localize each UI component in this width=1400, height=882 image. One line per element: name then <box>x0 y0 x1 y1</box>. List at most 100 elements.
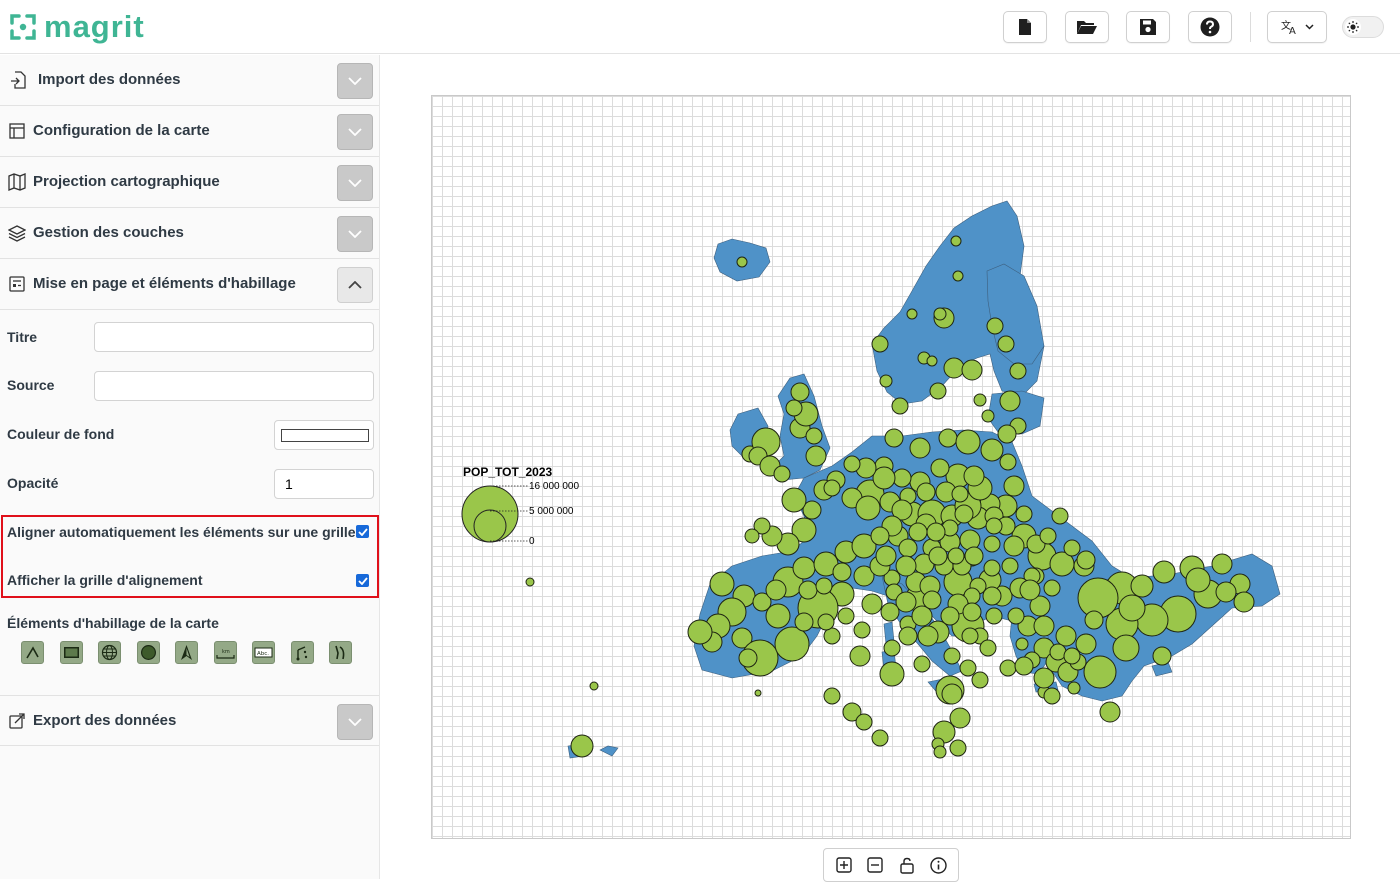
section-layers[interactable]: Gestion des couches <box>0 208 379 259</box>
population-symbol <box>1130 574 1154 598</box>
source-input[interactable] <box>94 371 374 401</box>
population-symbol <box>1083 655 1117 689</box>
expand-button[interactable] <box>337 704 373 740</box>
section-export[interactable]: Export des données <box>0 695 379 746</box>
opacity-input[interactable] <box>274 469 374 499</box>
open-project-button[interactable] <box>1065 11 1109 43</box>
north-arrow-icon[interactable] <box>175 641 198 664</box>
freehand-icon[interactable] <box>329 641 352 664</box>
svg-text:A: A <box>1289 26 1296 35</box>
population-symbol <box>1051 507 1069 525</box>
section-projection[interactable]: Projection cartographique <box>0 157 379 208</box>
section-label: Configuration de la carte <box>33 122 210 139</box>
population-symbol <box>997 424 1017 444</box>
population-symbol <box>909 437 931 459</box>
chevron-down-icon <box>348 179 362 187</box>
population-symbol <box>979 639 997 657</box>
file-import-icon <box>11 71 26 89</box>
population-symbol <box>870 526 890 546</box>
population-symbol <box>895 555 917 577</box>
section-import[interactable]: Import des données <box>0 55 379 106</box>
chevron-down-icon <box>348 230 362 238</box>
population-symbol <box>773 465 791 483</box>
lock-button[interactable] <box>895 853 919 877</box>
rectangle-icon[interactable] <box>59 641 83 664</box>
population-symbol <box>738 648 758 668</box>
app-name: magrit <box>44 9 145 44</box>
population-symbol <box>1049 643 1067 661</box>
population-symbol <box>781 487 807 513</box>
population-symbol <box>736 256 748 268</box>
opacity-label: Opacité <box>7 475 59 491</box>
population-symbol <box>952 270 964 282</box>
show-grid-checkbox[interactable] <box>356 574 369 587</box>
snap-grid-checkbox[interactable] <box>356 525 369 538</box>
svg-text:km: km <box>222 649 230 655</box>
population-symbol <box>1211 553 1233 575</box>
section-map-config[interactable]: Configuration de la carte <box>0 106 379 157</box>
chevron-down-icon <box>348 77 362 85</box>
map-elements-label: Éléments d'habillage de la carte <box>7 615 219 631</box>
population-symbol <box>1003 475 1025 497</box>
color-swatch <box>281 429 369 442</box>
legend-value-small: 0 <box>529 536 535 547</box>
symbol-layer <box>525 235 1255 759</box>
population-symbol <box>1019 579 1041 601</box>
population-symbol <box>879 661 905 687</box>
population-symbol <box>1055 625 1077 647</box>
chevron-down-icon <box>348 128 362 136</box>
source-label: Source <box>7 377 55 393</box>
section-layout[interactable]: Mise en page et éléments d'habillage <box>0 259 379 310</box>
expand-button[interactable] <box>337 114 373 150</box>
circle-icon[interactable] <box>136 641 160 664</box>
population-symbol <box>930 458 950 478</box>
expand-button[interactable] <box>337 63 373 99</box>
new-project-button[interactable] <box>1003 11 1047 43</box>
population-symbol <box>884 428 904 448</box>
zoom-in-icon <box>836 857 852 873</box>
language-selector[interactable]: 文 A <box>1267 11 1327 43</box>
population-symbol <box>898 538 918 558</box>
population-symbol <box>959 659 977 677</box>
map-canvas[interactable]: POP_TOT_2023 16 000 000 5 000 000 0 <box>431 95 1351 839</box>
background-color-picker[interactable] <box>274 420 374 450</box>
zoom-out-button[interactable] <box>863 853 887 877</box>
graticule-icon[interactable] <box>98 641 121 664</box>
expand-button[interactable] <box>337 216 373 252</box>
info-button[interactable] <box>926 853 950 877</box>
population-symbol <box>744 528 760 544</box>
population-symbol <box>951 485 969 503</box>
help-icon <box>1200 17 1220 37</box>
population-symbol <box>891 397 909 415</box>
population-symbol <box>798 580 818 600</box>
scale-bar-icon[interactable]: km <box>213 641 237 664</box>
top-bar: magrit 文 A <box>0 0 1400 54</box>
population-symbol <box>999 453 1017 471</box>
help-button[interactable] <box>1188 11 1232 43</box>
population-symbol <box>947 547 965 565</box>
expand-button[interactable] <box>337 165 373 201</box>
arrow-icon[interactable] <box>21 641 44 664</box>
population-symbol <box>709 571 735 597</box>
theme-toggle[interactable] <box>1342 16 1384 38</box>
population-symbol <box>898 626 918 646</box>
population-symbol <box>815 577 833 595</box>
zoom-in-button[interactable] <box>832 853 856 877</box>
checkmark-icon <box>357 527 368 536</box>
title-input[interactable] <box>94 322 374 352</box>
population-symbol <box>853 621 871 639</box>
population-symbol <box>794 612 814 632</box>
population-symbol <box>805 445 827 467</box>
save-project-button[interactable] <box>1126 11 1170 43</box>
population-symbol <box>843 455 861 473</box>
map-legend[interactable]: POP_TOT_2023 16 000 000 5 000 000 0 <box>461 465 579 547</box>
line-icon[interactable] <box>290 641 314 664</box>
section-label: Import des données <box>38 71 181 88</box>
population-symbol <box>1001 557 1019 575</box>
collapse-button[interactable] <box>337 267 373 303</box>
text-icon[interactable]: Abc. <box>252 641 275 664</box>
population-symbol <box>861 593 883 615</box>
sun-icon <box>1347 21 1359 33</box>
population-symbol <box>926 522 946 542</box>
map-elements-toolbar: km Abc. <box>21 641 352 664</box>
